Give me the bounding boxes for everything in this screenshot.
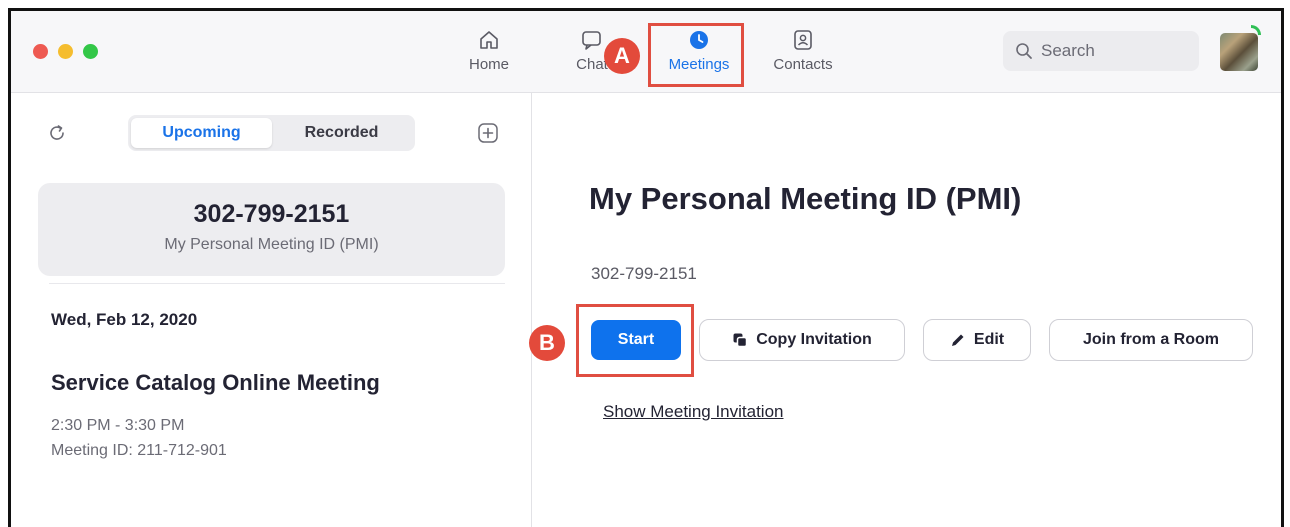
search-input[interactable]: Search (1003, 31, 1199, 71)
refresh-icon[interactable] (47, 123, 67, 143)
pmi-number: 302-799-2151 (193, 200, 350, 228)
page-title: My Personal Meeting ID (PMI) (589, 181, 1022, 216)
zoom-window-button[interactable] (83, 44, 98, 59)
highlight-box-meetings (648, 23, 744, 87)
pmi-list-item[interactable]: 302-799-2151 My Personal Meeting ID (PMI… (38, 183, 505, 276)
meetings-sidebar: Upcoming Recorded 302-799-2151 My Person… (11, 93, 532, 527)
tab-recorded[interactable]: Recorded (271, 118, 412, 148)
presence-indicator-icon (1251, 25, 1261, 35)
tab-upcoming[interactable]: Upcoming (131, 118, 272, 148)
zoom-window: Home Chat Meetings Contacts A Search Upc… (8, 8, 1284, 527)
home-icon (480, 31, 498, 49)
close-window-button[interactable] (33, 44, 48, 59)
upcoming-recorded-toggle: Upcoming Recorded (128, 115, 415, 151)
date-header: Wed, Feb 12, 2020 (51, 310, 198, 329)
annotation-badge-b: B (529, 325, 565, 361)
tab-home-label: Home (468, 56, 509, 73)
divider (49, 283, 505, 284)
meeting-time: 2:30 PM - 3:30 PM (51, 417, 185, 434)
join-from-room-button[interactable]: Join from a Room (1049, 319, 1253, 361)
meeting-id: Meeting ID: 211-712-901 (51, 442, 227, 459)
title-bar: Home Chat Meetings Contacts A Search (11, 11, 1281, 93)
add-meeting-icon[interactable] (477, 122, 499, 144)
meeting-title[interactable]: Service Catalog Online Meeting (51, 370, 380, 396)
copy-invitation-button[interactable]: Copy Invitation (699, 319, 905, 361)
tab-contacts-label: Contacts (773, 56, 833, 73)
meeting-id-value: 302-799-2151 (591, 264, 697, 283)
annotation-badge-a: A (604, 38, 640, 74)
chat-icon (582, 31, 601, 50)
contacts-icon (794, 30, 812, 50)
avatar[interactable] (1220, 33, 1258, 71)
tab-home[interactable]: Home (444, 29, 534, 73)
minimize-window-button[interactable] (58, 44, 73, 59)
copy-icon (733, 333, 748, 348)
highlight-box-start (576, 304, 694, 377)
copy-invitation-label: Copy Invitation (756, 331, 872, 348)
pencil-icon (951, 334, 964, 346)
pmi-label: My Personal Meeting ID (PMI) (164, 236, 379, 253)
edit-label: Edit (973, 331, 1005, 348)
show-meeting-invitation-link[interactable]: Show Meeting Invitation (603, 402, 784, 422)
search-placeholder: Search (1041, 41, 1095, 60)
search-icon (1016, 43, 1032, 59)
edit-button[interactable]: Edit (923, 319, 1031, 361)
tab-contacts[interactable]: Contacts (758, 29, 848, 73)
